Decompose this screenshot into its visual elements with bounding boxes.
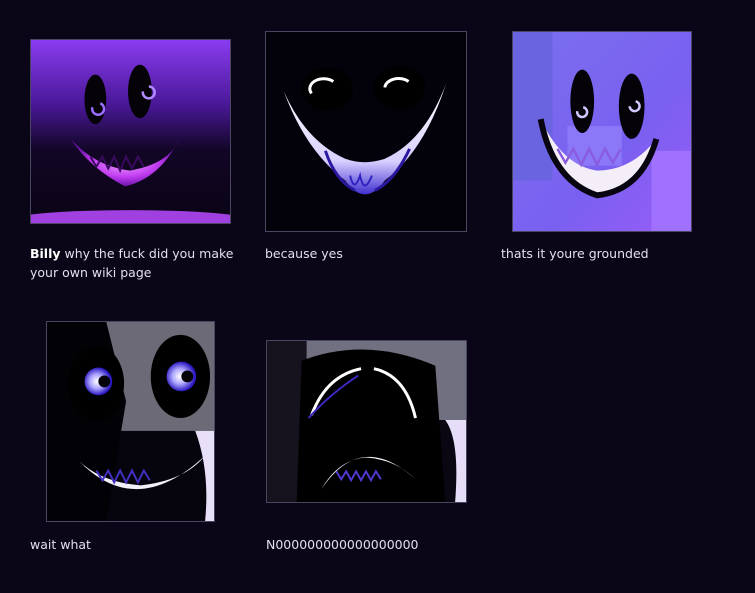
gallery-caption: wait what — [30, 537, 91, 552]
sad-face-image — [267, 341, 466, 502]
gallery-caption: because yes — [265, 246, 343, 261]
caption-text: why the fuck did you make your own wiki … — [30, 246, 234, 280]
caption-bold-name: Billy — [30, 246, 61, 261]
gallery-caption: thats it youre grounded — [501, 246, 649, 261]
image-gallery: Billy why the fuck did you make your own… — [0, 0, 755, 593]
gallery-image-noooo[interactable] — [266, 340, 467, 503]
grinning-face-image — [31, 40, 230, 223]
grinning-face-image — [513, 32, 691, 231]
gallery-caption: N000000000000000000 — [266, 537, 419, 552]
smiling-face-image — [266, 32, 466, 231]
gallery-image-billy-grin[interactable] — [30, 39, 231, 224]
gallery-caption: Billy why the fuck did you make your own… — [30, 244, 240, 282]
gallery-image-because-yes[interactable] — [265, 31, 467, 232]
gallery-image-grounded[interactable] — [512, 31, 692, 232]
surprised-face-image — [47, 322, 214, 521]
gallery-image-wait-what[interactable] — [46, 321, 215, 522]
